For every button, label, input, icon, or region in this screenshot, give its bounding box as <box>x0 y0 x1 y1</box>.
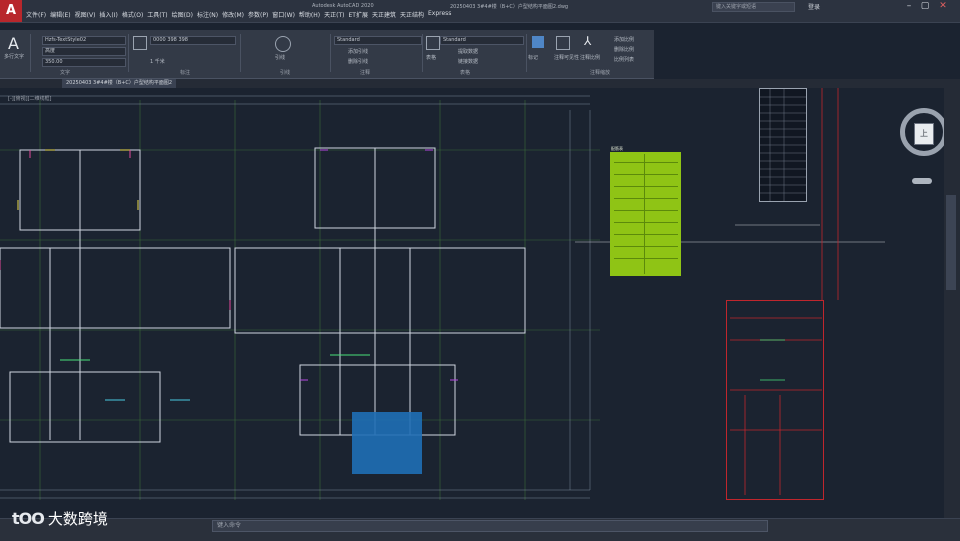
remove-leader-button[interactable]: 删除引线 <box>348 58 368 65</box>
table-label: 表格 <box>426 55 437 61</box>
line-label: 1 千米 <box>150 59 165 65</box>
leader-icon[interactable] <box>275 36 291 52</box>
menu-item[interactable]: 视图(V) <box>75 10 96 19</box>
panel-title-annotation-scaling: 注释缩放 <box>590 70 611 76</box>
maximize-icon[interactable]: ▢ <box>918 1 932 11</box>
panel-title-leader: 引线 <box>280 70 291 76</box>
add-leader-button[interactable]: 添加引线 <box>348 48 368 55</box>
menu-item[interactable]: ET扩展 <box>348 10 367 19</box>
menu-item[interactable]: 窗口(W) <box>272 10 295 19</box>
menu-item[interactable]: 编辑(E) <box>50 10 70 19</box>
viewcube-top-face[interactable]: 上 <box>914 123 934 145</box>
annotation-visibility-icon[interactable] <box>556 36 570 50</box>
menu-item[interactable]: 天正结构 <box>400 10 424 19</box>
menu-item[interactable]: 绘图(D) <box>172 10 193 19</box>
menu-item[interactable]: 天正建筑 <box>372 10 396 19</box>
add-scale-button[interactable]: 添加比例 <box>614 36 634 43</box>
linear-dim-icon[interactable] <box>133 36 147 50</box>
panel-title-annotation: 注释 <box>360 70 371 76</box>
app-menu-button[interactable]: A <box>0 0 22 22</box>
sign-in-button[interactable]: 登录 <box>808 2 820 11</box>
text-style-select[interactable]: Hzfs-TextStyle02 <box>42 36 126 45</box>
watermark-logo: tOO <box>12 509 45 528</box>
menu-item[interactable]: 帮助(H) <box>299 10 320 19</box>
menu-item[interactable]: 插入(I) <box>99 10 117 19</box>
window-title: Autodesk AutoCAD 2020 <box>312 3 374 9</box>
panel-title-text: 文字 <box>60 70 71 76</box>
annotation-visibility-label: 注释可见性 <box>554 55 580 61</box>
menu-item[interactable]: Express <box>428 10 451 19</box>
schedule-table[interactable] <box>759 88 807 202</box>
link-data-button[interactable]: 链接数据 <box>458 58 478 65</box>
multiline-text-label: 多行文字 <box>4 54 25 60</box>
scale-list-button[interactable]: 比例列表 <box>614 56 634 63</box>
scrollbar-thumb[interactable] <box>946 195 956 290</box>
vertical-scrollbar[interactable] <box>944 88 960 518</box>
panel-title-dim: 标注 <box>180 70 191 76</box>
selection-window <box>352 412 422 474</box>
menu-item[interactable]: 天正(T) <box>324 10 344 19</box>
menu-item[interactable]: 修改(M) <box>222 10 244 19</box>
schedule-table-grid <box>760 89 806 201</box>
close-icon[interactable]: ✕ <box>936 1 950 11</box>
navigation-bar-toggle[interactable] <box>912 178 932 184</box>
annotation-scale-icon[interactable]: ⅄ <box>584 34 591 48</box>
menu-item[interactable]: 工具(T) <box>147 10 167 19</box>
delete-scale-button[interactable]: 删除比例 <box>614 46 634 53</box>
menu-item[interactable]: 参数(P) <box>248 10 268 19</box>
menu-item[interactable]: 格式(O) <box>122 10 143 19</box>
watermark-text: 大数跨境 <box>47 510 108 528</box>
command-line-input[interactable]: 键入命令 <box>212 520 768 532</box>
file-tab[interactable]: 20250403 3#4#楼（B+C）户型结构平面图2 <box>62 79 177 88</box>
search-input[interactable]: 键入关键字或短语 <box>712 2 795 12</box>
text-height-field[interactable]: 350.00 <box>42 58 126 67</box>
minimize-icon[interactable]: – <box>902 1 916 11</box>
text-height-select[interactable]: 高度 <box>42 47 126 56</box>
leader-label: 引线 <box>275 55 286 61</box>
multiline-text-icon[interactable]: A <box>8 34 19 53</box>
ribbon: A 多行文字 Hzfs-TextStyle02 高度 350.00 0000 3… <box>0 30 654 79</box>
panel-title-table: 表格 <box>460 70 471 76</box>
markup-icon[interactable] <box>532 36 544 48</box>
extract-data-button[interactable]: 提取数据 <box>458 48 478 55</box>
menu-item[interactable]: 标注(N) <box>197 10 218 19</box>
watermark: tOO 大数跨境 <box>12 508 108 529</box>
annotation-scale-label: 注释比例 <box>580 55 601 61</box>
detail-frame <box>726 300 824 500</box>
menu-item[interactable]: 文件(F) <box>26 10 46 19</box>
file-title: 20250403 3#4#楼（B+C）户型结构平面图2.dwg <box>450 4 569 10</box>
table-icon[interactable] <box>426 36 440 50</box>
markup-label: 标记 <box>528 55 539 61</box>
layer-field[interactable]: 0000 398 398 <box>150 36 236 45</box>
dim-style-select[interactable]: Standard <box>334 36 422 45</box>
table-style-select[interactable]: Standard <box>440 36 524 45</box>
viewport-controls[interactable]: [-][俯视][二维线框] <box>8 95 52 102</box>
menu-bar: 文件(F) 编辑(E) 视图(V) 插入(I) 格式(O) 工具(T) 绘图(D) 标注(N)… <box>26 10 451 19</box>
